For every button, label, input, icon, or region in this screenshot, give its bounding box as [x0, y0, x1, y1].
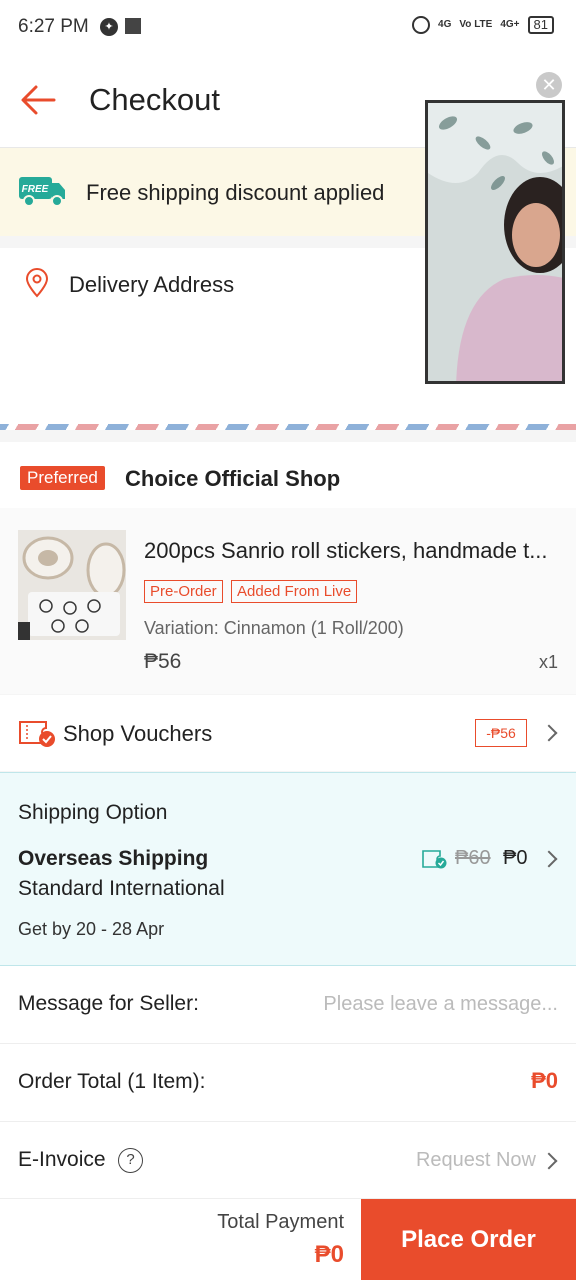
order-total-value: ₱0	[531, 1068, 558, 1093]
order-total-row: Order Total (1 Item): ₱0	[0, 1044, 576, 1122]
request-now-link[interactable]: Request Now	[416, 1149, 536, 1172]
live-stream-overlay[interactable]	[425, 100, 565, 384]
help-icon[interactable]: ?	[118, 1148, 143, 1173]
shipping-option[interactable]: Shipping Option Overseas Shipping Standa…	[0, 772, 576, 966]
page-title: Checkout	[89, 82, 220, 117]
chevron-right-icon	[540, 724, 558, 742]
total-payment-label: Total Payment	[217, 1211, 344, 1233]
back-arrow-icon[interactable]	[18, 80, 58, 120]
sticker-roll-illustration	[18, 530, 126, 640]
battery-indicator: 81	[527, 16, 554, 34]
voucher-discount-badge: -₱56	[475, 719, 527, 747]
status-time: 6:27 PM	[18, 16, 89, 37]
message-label: Message for Seller:	[18, 992, 199, 1015]
voucher-icon	[19, 721, 55, 747]
product-name: 200pcs Sanrio roll stickers, handmade t.…	[144, 538, 548, 563]
product-image	[18, 530, 126, 640]
shipping-method: Overseas Shipping	[18, 847, 209, 870]
shipping-voucher-icon	[422, 850, 447, 869]
checkout-bottom-bar: Total Payment ₱0 Place Order	[0, 1198, 576, 1280]
free-shipping-truck-icon: FREE	[19, 177, 65, 207]
chevron-right-icon	[540, 1152, 558, 1170]
shop-vouchers-label: Shop Vouchers	[63, 721, 213, 746]
place-order-button[interactable]: Place Order	[361, 1199, 576, 1280]
free-badge-text: FREE	[22, 184, 49, 195]
delivery-estimate: Get by 20 - 28 Apr	[18, 919, 165, 939]
shop-name[interactable]: Choice Official Shop	[125, 466, 340, 492]
signal-volte: Vo LTE	[459, 19, 493, 30]
messenger-icon: ✦	[100, 18, 118, 36]
shipping-old-price: ₱60	[455, 847, 491, 869]
shop-section: Preferred Choice Official Shop 200pcs Sa…	[0, 442, 576, 694]
product-quantity: x1	[538, 652, 558, 672]
delivery-address-label: Delivery Address	[69, 272, 235, 297]
order-total-label: Order Total (1 Item):	[18, 1070, 206, 1093]
e-invoice-row[interactable]: E-Invoice ? Request Now	[0, 1122, 576, 1200]
chevron-right-icon	[540, 850, 558, 868]
message-row: Message for Seller:	[0, 966, 576, 1044]
pre-order-tag: Pre-Order	[144, 580, 223, 603]
product-price: ₱56	[144, 650, 182, 673]
status-bar: 6:27 PM ✦ 4G Vo LTE 4G+ 81	[0, 0, 576, 56]
product-item[interactable]: 200pcs Sanrio roll stickers, handmade t.…	[0, 508, 576, 694]
shipping-type: Standard International	[18, 877, 225, 900]
free-shipping-text: Free shipping discount applied	[86, 180, 385, 205]
close-icon[interactable]: ✕	[536, 72, 562, 98]
e-invoice-label: E-Invoice	[18, 1148, 106, 1171]
alarm-icon	[412, 16, 431, 34]
airmail-divider	[0, 424, 576, 430]
total-payment-value: ₱0	[314, 1241, 344, 1268]
product-variation: Variation: Cinnamon (1 Roll/200)	[144, 618, 404, 638]
signal-4g: 4G	[438, 19, 452, 30]
signal-4g-plus: 4G+	[500, 19, 520, 30]
shop-vouchers-row[interactable]: Shop Vouchers -₱56	[0, 695, 576, 771]
message-input[interactable]	[296, 988, 558, 1020]
status-indicators: 4G Vo LTE 4G+ 81	[412, 16, 554, 34]
notification-icon	[125, 18, 141, 34]
shipping-option-title: Shipping Option	[18, 801, 168, 824]
live-stream-video	[428, 103, 562, 381]
location-pin-icon	[25, 268, 49, 298]
added-from-live-tag: Added From Live	[231, 580, 358, 603]
preferred-badge: Preferred	[20, 466, 105, 490]
shipping-new-price: ₱0	[503, 847, 528, 869]
